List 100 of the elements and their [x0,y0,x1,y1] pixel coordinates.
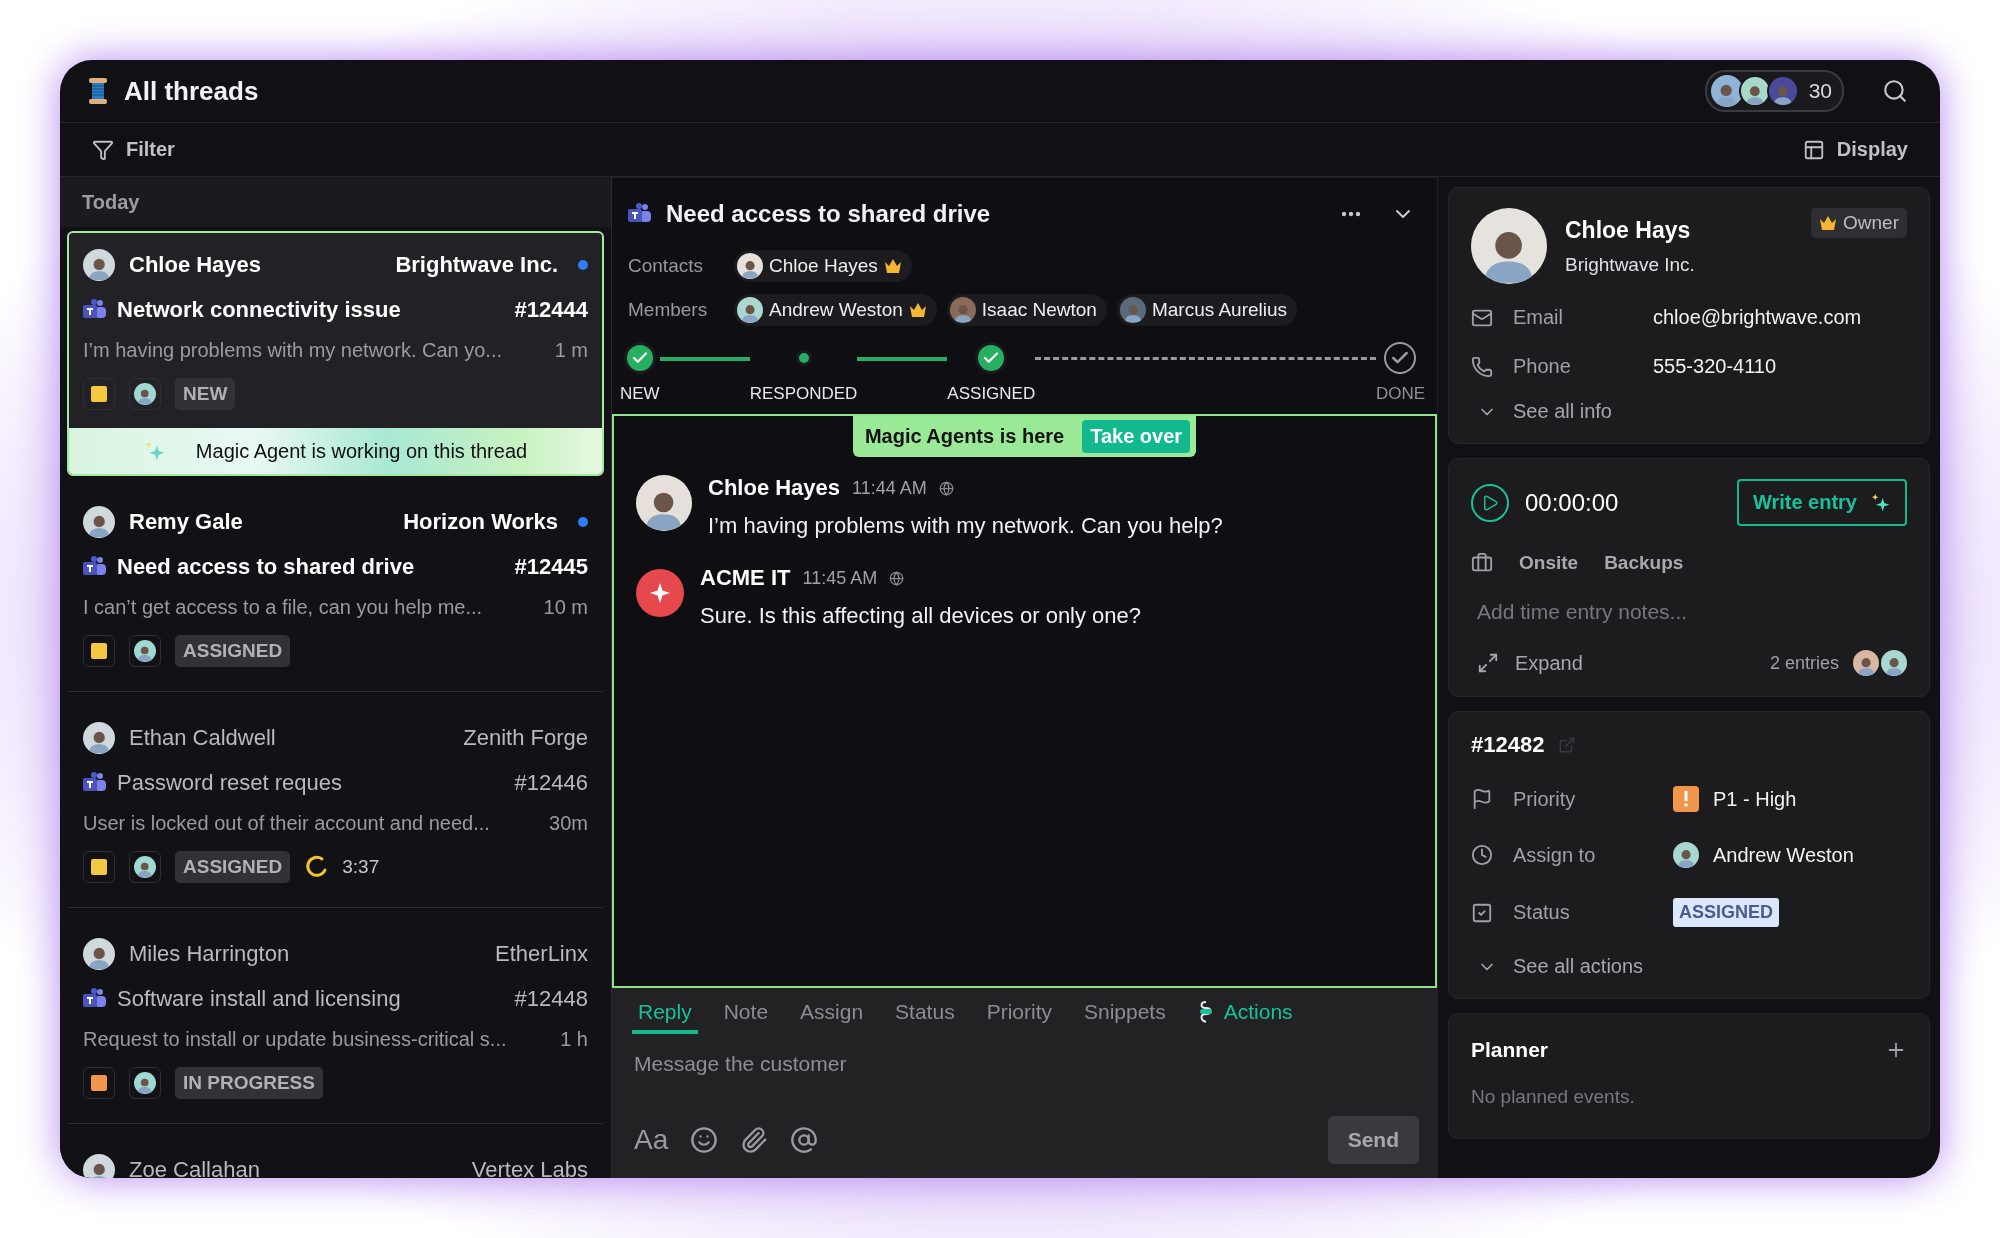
contact-chip[interactable]: Chloe Hayes [734,250,912,282]
avatar [737,253,763,279]
contact-name: Zoe Callahan [129,1157,260,1178]
time-notes-input[interactable]: Add time entry notes... [1471,600,1907,624]
avatar [134,640,156,662]
status-tag: ASSIGNED [175,635,291,667]
play-icon [1481,493,1499,512]
avatar [83,722,115,754]
chat-app-icon [83,556,107,578]
sparkle-icon [143,440,166,462]
avatar [1673,842,1699,868]
priority-chip[interactable] [83,851,115,883]
avatar [636,475,692,531]
thread-card[interactable]: Miles Harrington EtherLinx Software install and licensing #12448 Request to install or update business-critical s... 1 h IN PROGRESS [67,908,604,1124]
thread-title: Software install and licensing [117,986,401,1012]
bot-avatar [636,569,684,617]
ticket-number: #12482 [1471,732,1545,758]
expand-button[interactable]: Expand [1471,651,1589,675]
contact-name: Chloe Hayes [129,252,262,278]
timer-display: 00:00:00 [1525,488,1619,517]
message-preview: I can’t get access to a file, can you help me... [83,596,483,619]
field-value[interactable]: Andrew Weston [1713,843,1854,867]
field-value: chloe@brightwave.com [1653,306,1863,329]
expand-icon [1477,652,1499,674]
thread-card[interactable]: Chloe Hayes Brightwave Inc. Network connectivity issue #12444 I’m having problems with my network. Can yo... 1 m NEW Magic Agent is working on this thread [67,231,604,476]
message-time: 11:44 AM [852,477,927,499]
timer-text: 3:37 [342,856,380,878]
time-entry-tag[interactable]: Backups [1604,552,1684,574]
status-tag[interactable]: ASSIGNED [1673,898,1780,927]
viewers-group[interactable]: 30 [1704,70,1844,112]
thread-time: 10 m [543,596,588,619]
field-label: Phone [1513,355,1572,378]
see-all-actions-button[interactable]: See all actions [1471,955,1907,978]
composer-tab[interactable]: Assign [794,988,870,1034]
composer-tab[interactable]: Snippets [1078,988,1172,1034]
assignee-chip[interactable] [129,1067,161,1099]
field-value[interactable]: P1 - High [1713,787,1797,811]
emoji-icon[interactable] [690,1126,719,1154]
thread-card[interactable]: Zoe Callahan Vertex Labs [67,1124,604,1178]
company-name: Zenith Forge [463,725,588,751]
avatar [737,297,763,323]
composer-tab[interactable]: Note [717,988,775,1034]
contact-company: Brightwave Inc. [1565,253,1695,276]
role-badge: Owner [1811,208,1907,238]
display-button[interactable]: Display [1798,134,1912,165]
assignee-chip[interactable] [129,851,161,883]
ticket-number: #12445 [514,554,588,580]
avatar [1881,650,1907,676]
agent-status: Magic Agent is working on this thread [195,439,528,463]
status-tag: ASSIGNED [175,851,291,883]
contacts-label: Contacts [628,255,704,277]
entries-count: 2 entries [1769,652,1839,674]
step-label: DONE [1375,384,1425,404]
step-label: ASSIGNED [947,384,1036,404]
avatar [83,249,115,281]
avatar [949,297,976,323]
send-button[interactable]: Send [1327,1116,1419,1164]
avatar [1766,75,1799,107]
field-label: Assign to [1513,843,1597,867]
members-label: Members [628,299,709,321]
clock-icon [1471,844,1493,866]
avatar [83,1154,115,1178]
format-button[interactable]: Aa [634,1124,669,1156]
company-name: EtherLinx [495,941,588,967]
field-label: Status [1513,901,1571,924]
priority-chip[interactable] [83,635,115,667]
attachment-icon[interactable] [740,1126,769,1154]
message-text: Sure. Is this affecting all devices or only one? [700,603,1142,629]
priority-chip[interactable] [83,1067,115,1099]
mention-icon[interactable] [790,1126,819,1154]
play-button[interactable] [1471,483,1509,522]
member-chip[interactable]: Isaac Newton [946,294,1107,326]
timer-icon [304,855,329,879]
time-entry-tag[interactable]: Onsite [1519,552,1579,574]
chat-app-icon [628,203,652,225]
planner-empty: No planned events. [1471,1086,1636,1108]
contact-name: Chloe Hays [1565,216,1692,244]
avatar [134,1072,156,1094]
thread-card[interactable]: Ethan Caldwell Zenith Forge Password reset reques #12446 User is locked out of their account and need... 30m ASSIGNED 3:37 [67,692,604,908]
assignee-chip[interactable] [129,378,161,410]
planner-title: Planner [1471,1038,1549,1062]
composer-tab[interactable]: Priority [980,988,1058,1034]
member-chip[interactable]: Marcus Aurelius [1116,294,1298,326]
field-label: Priority [1513,787,1577,811]
see-all-info-button[interactable]: See all info [1471,400,1907,423]
field-label: Email [1513,306,1564,329]
assignee-chip[interactable] [129,635,161,667]
actions-tab[interactable]: Actions [1191,988,1299,1034]
message-preview: Request to install or update business-critical s... [83,1028,507,1051]
filter-button[interactable]: Filter [88,134,179,165]
write-entry-button[interactable]: Write entry [1736,479,1907,526]
reply-composer[interactable]: Reply Note Assign Status Priority Snippets Actions Message the customer Aa Send [612,988,1437,1178]
thread-card[interactable]: Remy Gale Horizon Works Need access to shared drive #12445 I can’t get access to a file, can you help me... 10 m ASSIGNED [67,476,604,692]
member-chip[interactable]: Andrew Weston [734,294,937,326]
alert-icon [1673,786,1699,812]
globe-icon [938,480,954,496]
priority-chip[interactable] [83,378,115,410]
contact-name: Remy Gale [129,509,243,535]
composer-tab[interactable]: Status [889,988,961,1034]
banner-text: Magic Agents is here [864,425,1065,448]
